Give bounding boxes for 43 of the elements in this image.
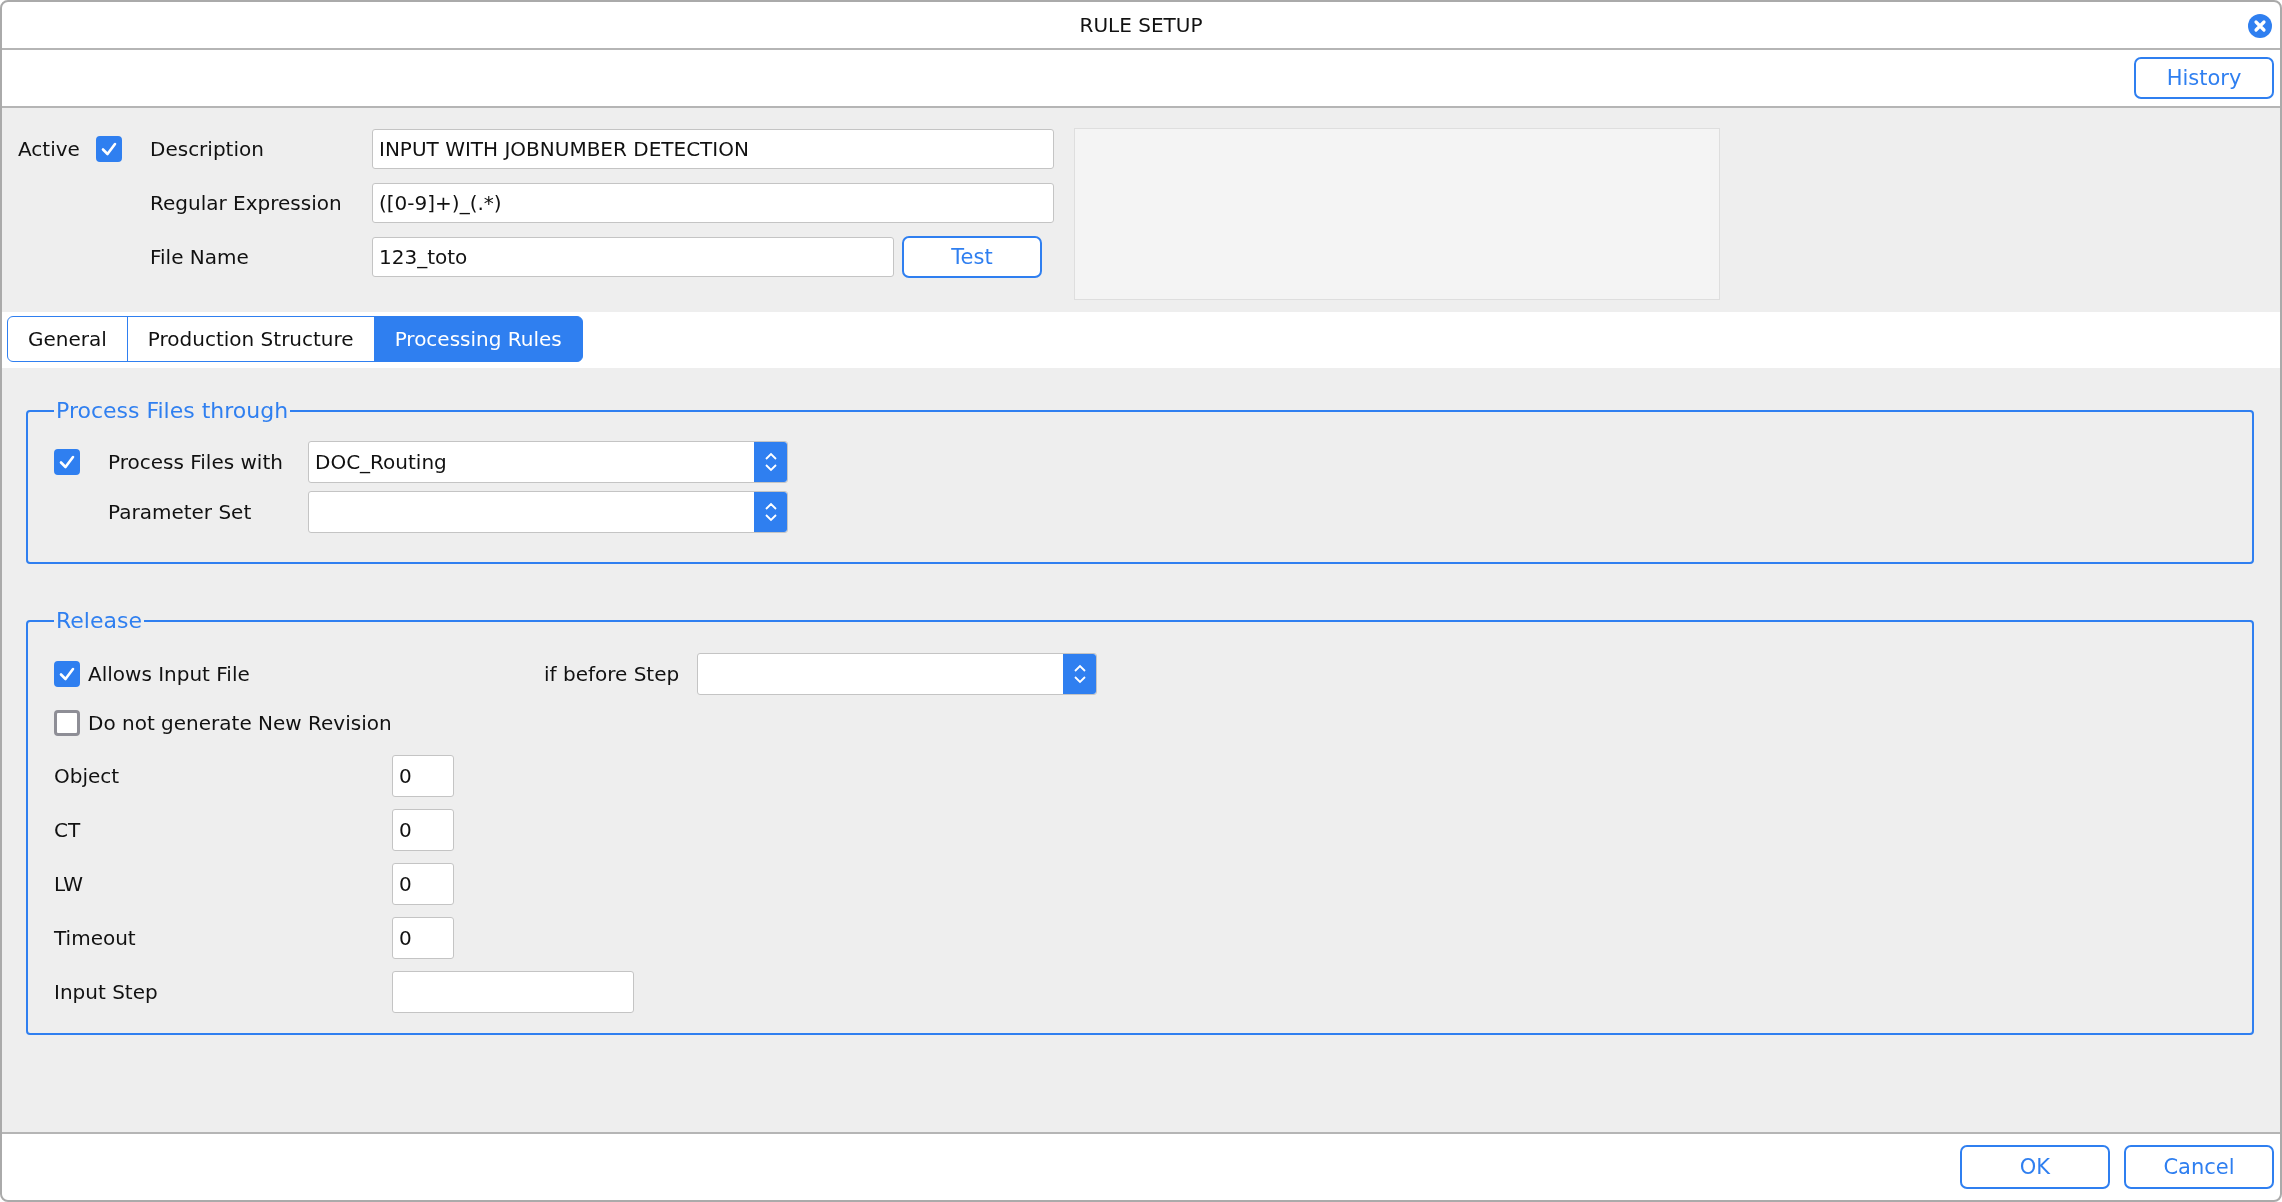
input-field[interactable]: 0 bbox=[392, 917, 454, 959]
checkbox-label: Allows Input File bbox=[88, 662, 250, 686]
field-label: Process Files with bbox=[108, 450, 284, 474]
process-checkbox[interactable] bbox=[54, 449, 80, 475]
chevron-icon bbox=[763, 451, 778, 473]
history-button[interactable]: History bbox=[2134, 57, 2274, 99]
revision-checkbox[interactable] bbox=[54, 710, 80, 736]
text-field[interactable]: INPUT WITH JOBNUMBER DETECTION bbox=[372, 129, 1054, 169]
chevron-icon bbox=[763, 501, 778, 523]
test-button[interactable]: Test bbox=[902, 236, 1042, 278]
checkbox-label: Do not generate New Revision bbox=[88, 711, 392, 735]
dropdown[interactable] bbox=[308, 491, 788, 533]
input-field[interactable]: 0 bbox=[392, 863, 454, 905]
text-field[interactable]: 123_toto bbox=[372, 237, 894, 277]
field-label: CT bbox=[54, 818, 82, 842]
active-checkbox[interactable] bbox=[95, 136, 122, 162]
dropdown[interactable]: DOC_Routing bbox=[308, 441, 788, 483]
close-icon[interactable] bbox=[2248, 14, 2272, 38]
allows-input-checkbox[interactable] bbox=[54, 661, 80, 687]
window-title: RULE SETUP bbox=[1079, 13, 1203, 37]
text-field[interactable]: ([0-9]+)_(.*) bbox=[372, 183, 1054, 223]
tab[interactable]: Production Structure bbox=[126, 316, 375, 362]
tab[interactable]: General bbox=[7, 316, 128, 362]
field-label: Input Step bbox=[54, 980, 159, 1004]
group-title: Process Files through bbox=[55, 398, 290, 423]
cancel-button[interactable]: Cancel bbox=[2124, 1145, 2274, 1189]
field-label: LW bbox=[54, 872, 85, 896]
field-label: Regular Expression bbox=[150, 191, 343, 215]
ok-button[interactable]: OK bbox=[1960, 1145, 2110, 1189]
field-label: if before Step bbox=[544, 662, 681, 686]
field-label: Object bbox=[54, 764, 121, 788]
group-title: Release bbox=[55, 608, 143, 633]
tab[interactable]: Processing Rules bbox=[373, 316, 583, 362]
input-field[interactable] bbox=[392, 971, 634, 1013]
active-label: Active bbox=[18, 137, 80, 161]
chevron-icon bbox=[1072, 663, 1087, 685]
input-field[interactable]: 0 bbox=[392, 809, 454, 851]
dropdown[interactable] bbox=[697, 653, 1097, 695]
field-label: File Name bbox=[150, 245, 250, 269]
input-field[interactable]: 0 bbox=[392, 755, 454, 797]
field-label: Description bbox=[150, 137, 265, 161]
field-label: Timeout bbox=[54, 926, 137, 950]
field-label: Parameter Set bbox=[108, 500, 253, 524]
